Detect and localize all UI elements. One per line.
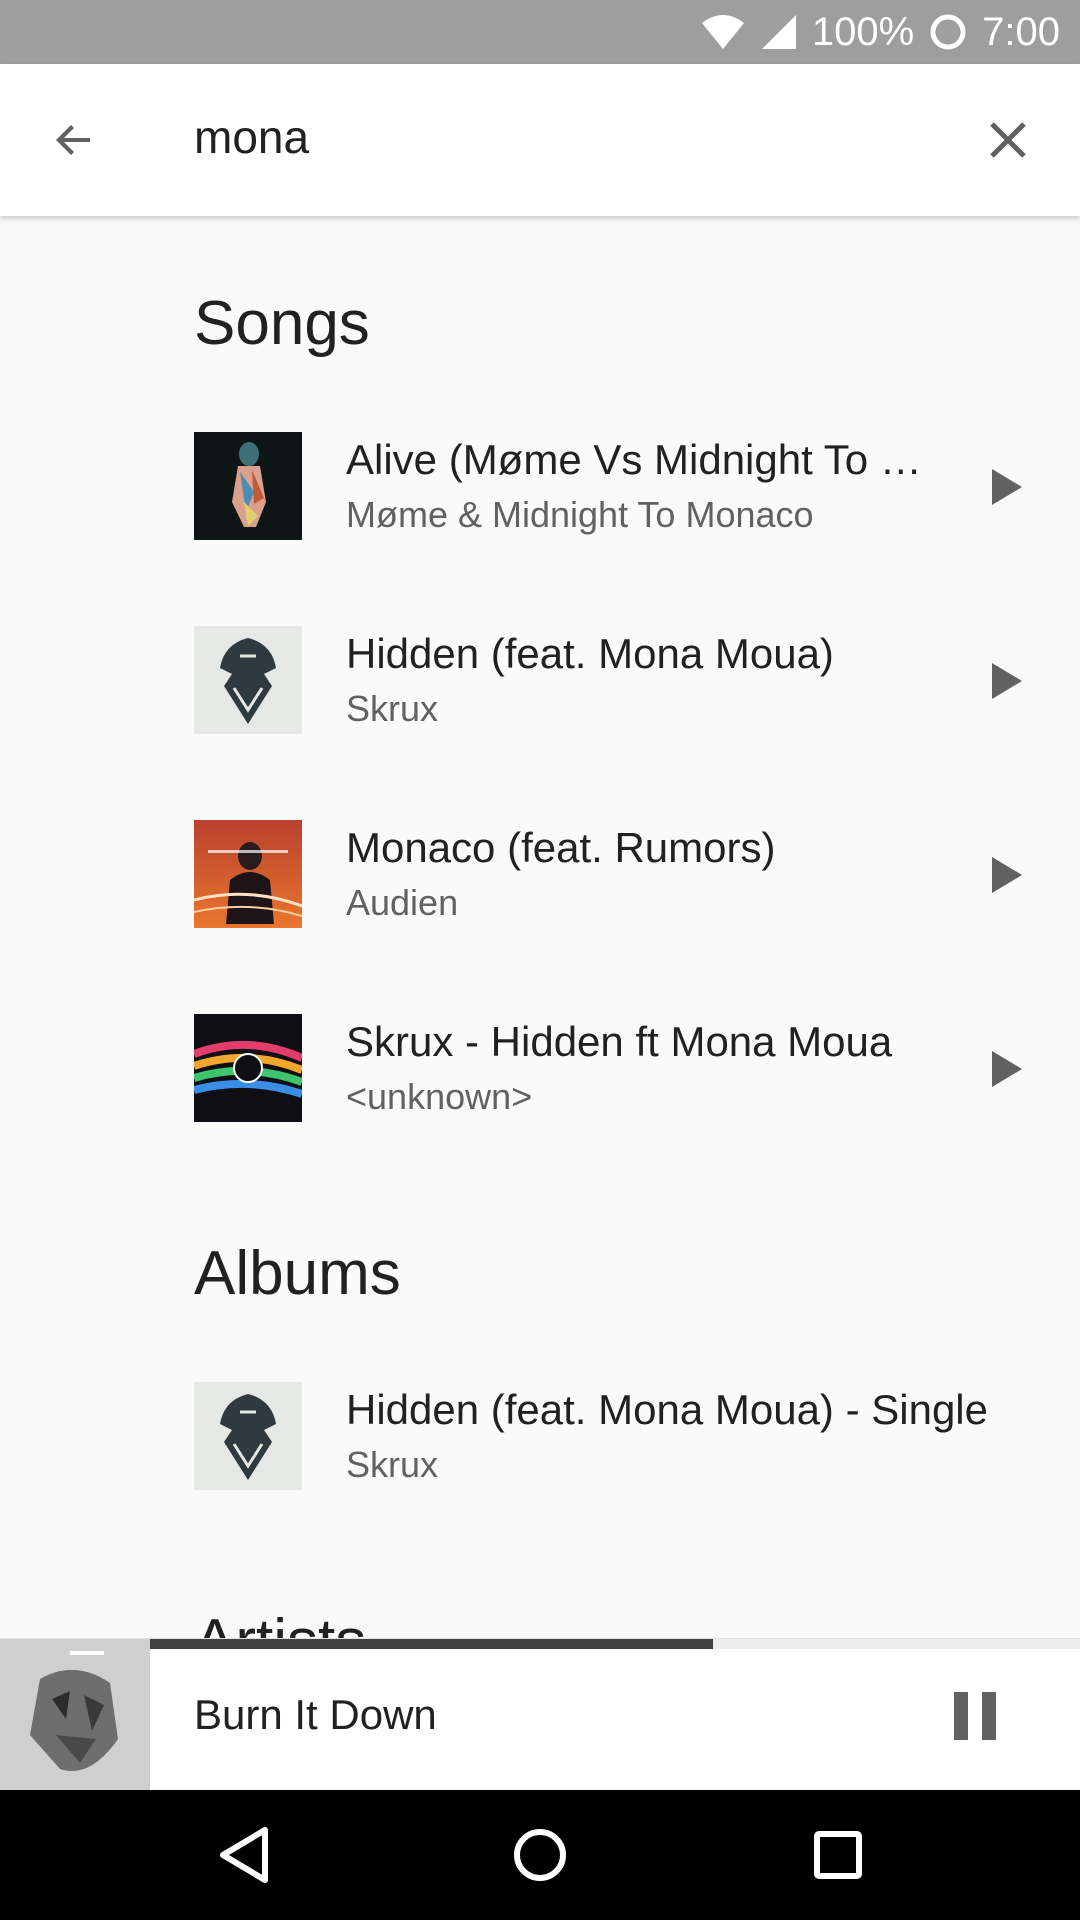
- search-results[interactable]: Songs Alive (Møme Vs Midnight To Monaco)…: [0, 216, 1080, 1638]
- section-header-albums: Albums: [194, 1239, 401, 1308]
- song-artist: Møme & Midnight To Monaco: [346, 494, 814, 535]
- song-row[interactable]: Hidden (feat. Mona Moua) Skrux: [0, 626, 1080, 734]
- close-icon: [990, 122, 1026, 158]
- back-triangle-icon: [220, 1827, 268, 1883]
- now-playing-art: [0, 1639, 150, 1791]
- song-title: Monaco (feat. Rumors): [346, 824, 776, 871]
- nav-home-button[interactable]: [500, 1815, 580, 1895]
- play-icon: [992, 1051, 1022, 1087]
- section-header-songs: Songs: [194, 289, 370, 358]
- play-button[interactable]: [982, 656, 1032, 706]
- album-art: [194, 626, 302, 734]
- play-button[interactable]: [982, 1044, 1032, 1094]
- play-button[interactable]: [982, 850, 1032, 900]
- song-title: Skrux - Hidden ft Mona Moua: [346, 1018, 893, 1065]
- play-icon: [992, 857, 1022, 893]
- arrow-back-icon: [56, 125, 90, 155]
- now-playing-title: Burn It Down: [194, 1691, 437, 1738]
- battery-icon: [928, 12, 968, 52]
- album-artist: Skrux: [346, 1444, 439, 1485]
- status-bar: 100% 7:00: [0, 0, 1080, 64]
- home-circle-icon: [514, 1829, 566, 1881]
- song-artist: Audien: [346, 882, 459, 923]
- wifi-icon: [700, 13, 746, 51]
- song-artist: Skrux: [346, 688, 439, 729]
- clear-search-button[interactable]: [976, 108, 1040, 172]
- play-button[interactable]: [982, 462, 1032, 512]
- song-row[interactable]: Alive (Møme Vs Midnight To Monaco) Møme …: [0, 432, 1080, 540]
- playback-progress[interactable]: [150, 1639, 1080, 1649]
- album-art: [194, 820, 302, 928]
- nav-back-button[interactable]: [204, 1815, 284, 1895]
- battery-percent: 100%: [811, 9, 915, 54]
- pause-button[interactable]: [940, 1681, 1010, 1751]
- song-title: Alive (Møme Vs Midnight To Monaco): [346, 436, 926, 483]
- system-nav-bar: [0, 1790, 1080, 1920]
- nav-recents-button[interactable]: [798, 1815, 878, 1895]
- album-title: Hidden (feat. Mona Moua) - Single: [346, 1386, 988, 1433]
- pause-icon: [954, 1692, 996, 1740]
- song-row[interactable]: Monaco (feat. Rumors) Audien: [0, 820, 1080, 928]
- song-artist: <unknown>: [346, 1076, 533, 1117]
- album-row[interactable]: Hidden (feat. Mona Moua) - Single Skrux: [0, 1382, 1080, 1490]
- play-icon: [992, 469, 1022, 505]
- section-header-artists: Artists: [194, 1606, 366, 1638]
- now-playing-bar[interactable]: Burn It Down: [0, 1638, 1080, 1791]
- search-input[interactable]: mona: [194, 110, 309, 164]
- playback-progress-fill: [150, 1639, 713, 1649]
- album-art: [194, 1014, 302, 1122]
- song-row[interactable]: Skrux - Hidden ft Mona Moua <unknown>: [0, 1014, 1080, 1122]
- recents-square-icon: [814, 1831, 862, 1879]
- search-bar: mona: [0, 64, 1080, 216]
- back-button[interactable]: [42, 108, 106, 172]
- cell-signal-icon: [760, 13, 798, 51]
- album-art: [194, 432, 302, 540]
- status-time: 7:00: [982, 9, 1060, 54]
- play-icon: [992, 663, 1022, 699]
- album-art: [194, 1382, 302, 1490]
- song-title: Hidden (feat. Mona Moua): [346, 630, 834, 677]
